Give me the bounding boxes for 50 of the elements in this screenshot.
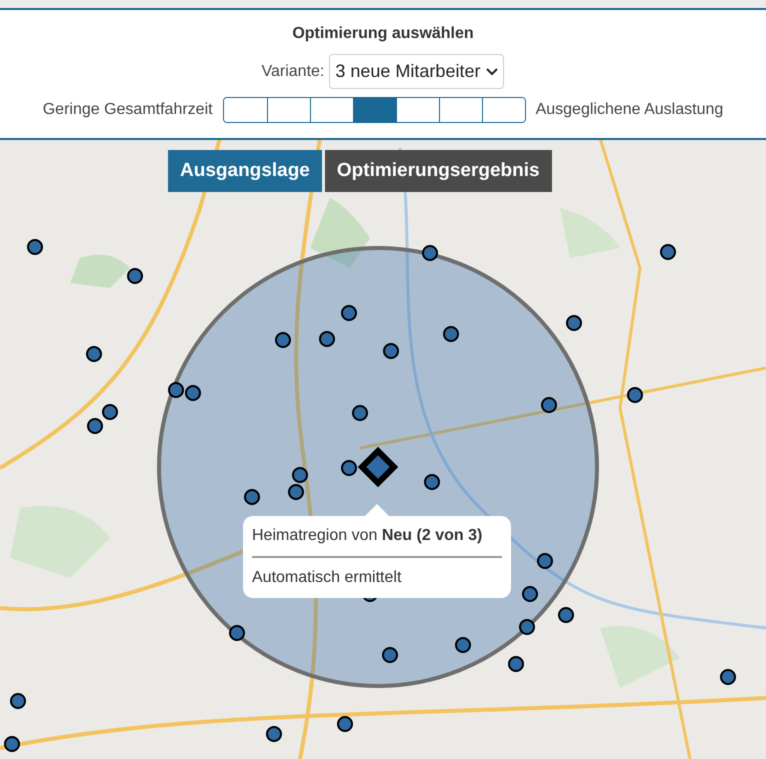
- balance-slider[interactable]: [222, 97, 526, 123]
- location-pin-icon[interactable]: [382, 647, 398, 663]
- map-tab[interactable]: Ausgangslage: [168, 150, 322, 192]
- location-pin-icon[interactable]: [127, 268, 143, 284]
- location-pin-icon[interactable]: [522, 586, 538, 602]
- location-pin-icon[interactable]: [341, 305, 357, 321]
- location-pin-icon[interactable]: [508, 656, 524, 672]
- location-pin-icon[interactable]: [337, 716, 353, 732]
- location-pin-icon[interactable]: [443, 326, 459, 342]
- location-pin-icon[interactable]: [10, 693, 26, 709]
- chevron-down-icon: [486, 68, 498, 76]
- location-pin-icon[interactable]: [288, 484, 304, 500]
- variant-label: Variante:: [262, 62, 324, 82]
- location-pin-icon[interactable]: [558, 607, 574, 623]
- location-pin-icon[interactable]: [102, 404, 118, 420]
- location-pin-icon[interactable]: [424, 474, 440, 490]
- location-pin-icon[interactable]: [275, 332, 291, 348]
- location-pin-icon[interactable]: [27, 239, 43, 255]
- popup-title: Heimatregion von Neu (2 von 3): [252, 526, 484, 546]
- location-pin-icon[interactable]: [87, 418, 103, 434]
- panel-title: Optimierung auswählen: [292, 24, 474, 44]
- location-pin-icon[interactable]: [519, 619, 535, 635]
- location-pin-icon[interactable]: [383, 343, 399, 359]
- slider-segment[interactable]: [352, 98, 396, 122]
- location-pin-icon[interactable]: [229, 625, 245, 641]
- popup-note: Automatisch ermittelt: [252, 568, 402, 588]
- slider-left-label: Geringe Gesamtfahrzeit: [42, 100, 213, 120]
- location-pin-icon[interactable]: [266, 726, 282, 742]
- location-pin-icon[interactable]: [319, 331, 335, 347]
- location-pin-icon[interactable]: [352, 405, 368, 421]
- location-pin-icon[interactable]: [660, 244, 676, 260]
- location-pin-icon[interactable]: [422, 245, 438, 261]
- location-pin-icon[interactable]: [455, 637, 471, 653]
- variant-select[interactable]: 3 neue Mitarbeiter: [329, 54, 504, 89]
- location-pin-icon[interactable]: [566, 315, 582, 331]
- slider-right-label: Ausgeglichene Auslastung: [536, 100, 724, 120]
- location-pin-icon[interactable]: [86, 346, 102, 362]
- diamond-marker-icon[interactable]: [358, 446, 398, 488]
- location-pin-icon[interactable]: [720, 669, 736, 685]
- location-pin-icon[interactable]: [244, 489, 260, 505]
- location-pin-icon[interactable]: [185, 385, 201, 401]
- location-pin-icon[interactable]: [4, 736, 20, 752]
- location-pin-icon[interactable]: [627, 387, 643, 403]
- location-pin-icon[interactable]: [168, 382, 184, 398]
- location-pin-icon[interactable]: [537, 553, 553, 569]
- location-pin-icon[interactable]: [541, 397, 557, 413]
- map-tab[interactable]: Optimierungsergebnis: [324, 150, 552, 192]
- location-pin-icon[interactable]: [292, 467, 308, 483]
- location-pin-icon[interactable]: [341, 460, 357, 476]
- slider-segment[interactable]: [482, 98, 525, 122]
